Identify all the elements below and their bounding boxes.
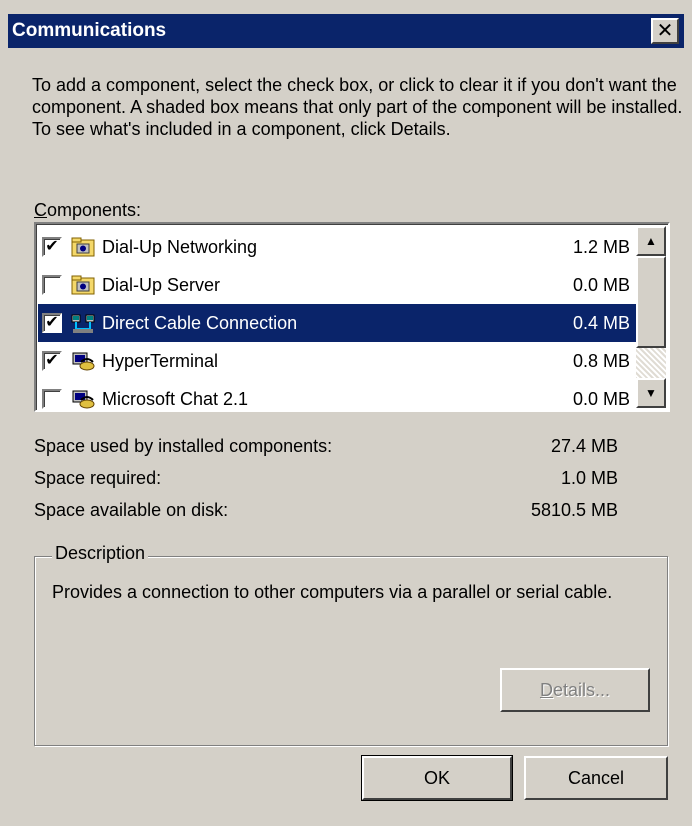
dialog-title: Communications [12,20,167,41]
component-label: Dial-Up Networking [102,236,258,257]
component-row[interactable]: Microsoft Chat 2.1 0.0 MB [38,380,636,418]
space-required-value: 1.0 MB [560,468,618,488]
title-bar[interactable]: Communications ✕ [8,14,684,48]
scroll-down-button[interactable]: ▼ [636,378,666,408]
communications-dialog: Communications ✕ To add a component, sel… [0,0,692,826]
cancel-button[interactable]: Cancel [524,756,668,800]
dialup-folder-icon [70,273,96,297]
scroll-thumb[interactable] [636,256,666,348]
cable-connection-icon [70,311,96,335]
space-available-label: Space available on disk: [34,500,229,520]
details-button[interactable]: Details... [500,668,650,712]
component-checkbox[interactable]: ✔ [42,351,62,371]
scroll-up-button[interactable]: ▲ [636,226,666,256]
component-size: 0.4 MB [572,312,630,333]
space-used-row: Space used by installed components: 27.4… [34,436,618,457]
component-size: 1.2 MB [572,236,630,257]
components-label: Components: [34,200,142,220]
space-available-value: 5810.5 MB [530,500,618,520]
space-required-row: Space required: 1.0 MB [34,468,618,489]
component-checkbox[interactable] [42,275,62,295]
component-checkbox[interactable] [42,389,62,409]
components-list[interactable]: ✔ Dial-Up Networking 1.2 MB Dial-Up Server 0… [34,222,670,412]
close-button[interactable]: ✕ [651,18,679,44]
component-size: 0.8 MB [572,350,630,371]
component-checkbox[interactable]: ✔ [42,313,62,333]
component-checkbox[interactable]: ✔ [42,237,62,257]
component-row[interactable]: ✔ HyperTerminal 0.8 MB [38,342,636,380]
phone-terminal-icon [70,349,96,373]
component-size: 0.0 MB [572,274,630,295]
dialup-folder-icon [70,235,96,259]
instructions-text: To add a component, select the check box… [32,75,683,139]
description-text: Provides a connection to other computers… [52,582,613,602]
description-title: Description [52,543,149,564]
component-size: 0.0 MB [572,388,630,409]
component-label: HyperTerminal [102,350,219,371]
scroll-down-icon: ▼ [645,386,657,400]
component-row[interactable]: ✔ Direct Cable Connection 0.4 MB [38,304,636,342]
space-required-label: Space required: [34,468,162,488]
ok-button[interactable]: OK [361,755,513,801]
component-label: Direct Cable Connection [102,312,298,333]
space-used-value: 27.4 MB [550,436,618,456]
close-icon: ✕ [656,20,674,42]
component-label: Dial-Up Server [102,274,221,295]
space-available-row: Space available on disk: 5810.5 MB [34,500,618,521]
component-row[interactable]: ✔ Dial-Up Networking 1.2 MB [38,228,636,266]
component-label: Microsoft Chat 2.1 [102,388,249,409]
space-used-label: Space used by installed components: [34,436,333,456]
list-scrollbar[interactable]: ▲ ▼ [636,226,666,408]
phone-terminal-icon [70,387,96,411]
component-row[interactable]: Dial-Up Server 0.0 MB [38,266,636,304]
scroll-up-icon: ▲ [645,234,657,248]
